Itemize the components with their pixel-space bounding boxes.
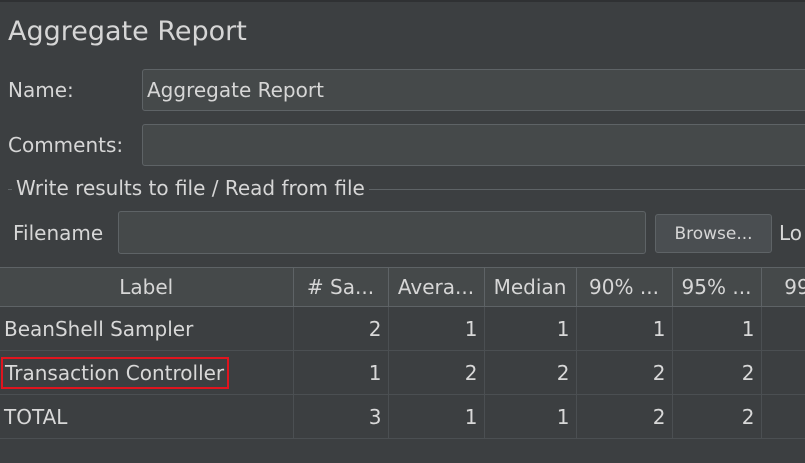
table-row[interactable]: BeanShell Sampler 2 1 1 1 1 [0, 306, 805, 351]
row-median: 1 [484, 306, 577, 351]
row-99pct [761, 350, 805, 395]
column-header-average[interactable]: Avera... [388, 267, 485, 307]
top-divider [0, 0, 805, 2]
row-95pct: 2 [672, 394, 762, 439]
row-95pct: 1 [672, 306, 762, 351]
row-90pct: 2 [576, 350, 673, 395]
browse-button[interactable]: Browse... [655, 214, 772, 253]
column-header-95pct[interactable]: 95% ... [672, 267, 762, 307]
row-label: TOTAL [0, 394, 294, 439]
row-99pct [761, 394, 805, 439]
column-header-samples[interactable]: # Sa... [293, 267, 389, 307]
column-header-label[interactable]: Label [0, 267, 294, 307]
highlighted-row-label: Transaction Controller [1, 356, 230, 389]
row-90pct: 1 [576, 306, 673, 351]
table-header-row: Label # Sa... Avera... Median 90% ... 95… [0, 267, 805, 307]
table-row[interactable]: TOTAL 3 1 1 2 2 [0, 394, 805, 439]
filename-label: Filename [13, 221, 104, 245]
row-average: 1 [388, 394, 485, 439]
row-samples: 3 [293, 394, 389, 439]
row-label-cell: Transaction Controller [0, 350, 294, 395]
row-average: 2 [388, 350, 485, 395]
log-label: Lo [779, 221, 803, 245]
column-header-median[interactable]: Median [484, 267, 577, 307]
row-95pct: 2 [672, 350, 762, 395]
row-samples: 2 [293, 306, 389, 351]
row-median: 2 [484, 350, 577, 395]
aggregate-report-panel: Aggregate Report Name: Comments: Write r… [0, 0, 805, 463]
file-section-title: Write results to file / Read from file [12, 176, 369, 200]
name-field[interactable] [142, 69, 805, 111]
row-99pct [761, 306, 805, 351]
row-90pct: 2 [576, 394, 673, 439]
name-label: Name: [8, 78, 74, 102]
page-title: Aggregate Report [8, 16, 247, 47]
filename-field[interactable] [118, 211, 646, 254]
table-row[interactable]: Transaction Controller 1 2 2 2 2 [0, 350, 805, 395]
comments-label: Comments: [8, 133, 124, 157]
row-average: 1 [388, 306, 485, 351]
row-median: 1 [484, 394, 577, 439]
row-samples: 1 [293, 350, 389, 395]
column-header-99pct[interactable]: 99% [761, 267, 805, 307]
column-header-90pct[interactable]: 90% ... [576, 267, 673, 307]
row-label: BeanShell Sampler [0, 306, 294, 351]
comments-field[interactable] [142, 124, 805, 166]
results-table: Label # Sa... Avera... Median 90% ... 95… [0, 267, 805, 439]
